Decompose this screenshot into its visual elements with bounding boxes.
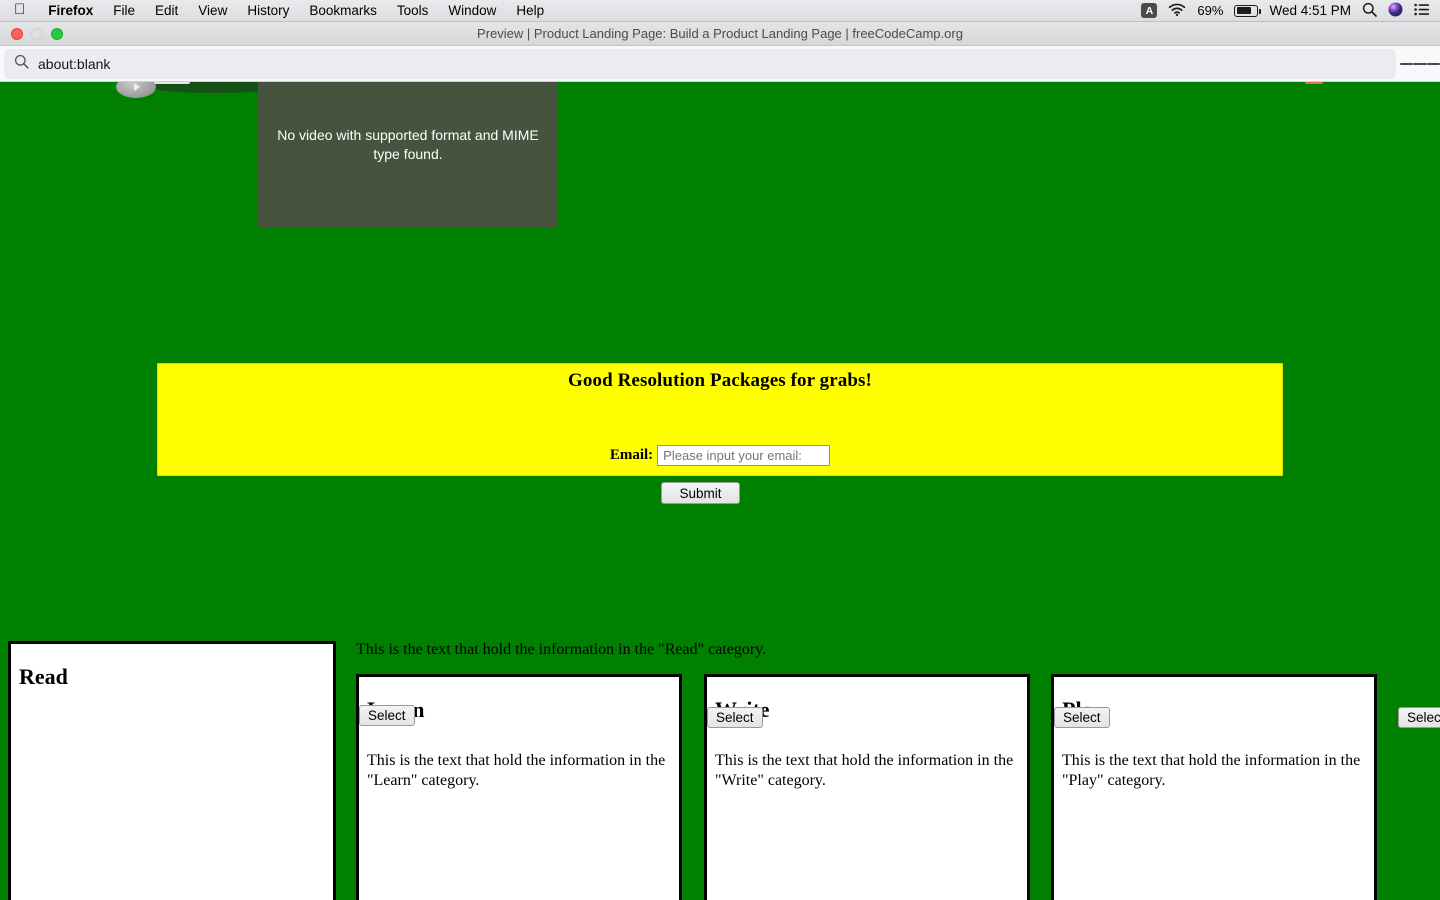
- siri-icon[interactable]: [1388, 2, 1403, 20]
- card-body-learn: This is the text that hold the informati…: [367, 752, 666, 789]
- menu-item-history[interactable]: History: [237, 3, 299, 18]
- submit-button[interactable]: Submit: [661, 482, 740, 504]
- menu-item-edit[interactable]: Edit: [145, 3, 188, 18]
- window-title: Preview | Product Landing Page: Build a …: [477, 26, 963, 41]
- url-bar[interactable]: about:blank: [4, 48, 1396, 79]
- browser-title-bar: Preview | Product Landing Page: Build a …: [0, 22, 1440, 46]
- search-icon[interactable]: [1362, 2, 1377, 20]
- menu-item-window[interactable]: Window: [438, 3, 506, 18]
- page-accent-marker: [1305, 82, 1323, 84]
- card-body-write: This is the text that hold the informati…: [715, 752, 1014, 789]
- menu-item-firefox[interactable]: Firefox: [38, 3, 103, 18]
- email-signup-form: Email:: [158, 445, 1282, 466]
- apple-icon[interactable]: : [0, 2, 38, 17]
- select-button-learn[interactable]: Select: [359, 705, 415, 726]
- menu-item-bookmarks[interactable]: Bookmarks: [299, 3, 387, 18]
- menu-item-file[interactable]: File: [103, 3, 145, 18]
- offer-title: Good Resolution Packages for grabs!: [568, 370, 872, 391]
- read-category-text: This is the text that hold the informati…: [356, 641, 767, 658]
- select-button-play[interactable]: Select: [1054, 707, 1110, 728]
- battery-percent-label: 69%: [1197, 3, 1224, 18]
- search-icon: [14, 54, 29, 74]
- select-button-overflow[interactable]: Select: [1398, 707, 1440, 728]
- window-controls: [0, 27, 63, 40]
- menu-item-tools[interactable]: Tools: [387, 3, 439, 18]
- macos-menu-bar:  Firefox File Edit View History Bookmar…: [0, 0, 1440, 22]
- battery-icon[interactable]: [1234, 4, 1261, 17]
- control-center-icon[interactable]: [1414, 3, 1430, 19]
- card-body-play: This is the text that hold the informati…: [1062, 752, 1361, 789]
- hamburger-menu-icon[interactable]: [1400, 61, 1440, 67]
- email-label: Email:: [609, 447, 654, 463]
- close-window-button[interactable]: [11, 27, 23, 40]
- wifi-icon[interactable]: [1168, 3, 1186, 19]
- select-button-write[interactable]: Select: [707, 707, 763, 728]
- clock-label[interactable]: Wed 4:51 PM: [1269, 3, 1351, 18]
- browser-nav-bar: about:blank: [0, 46, 1440, 82]
- video-player[interactable]: No video with supported format and MIME …: [258, 82, 558, 228]
- web-page-viewport: No video with supported format and MIME …: [0, 82, 1440, 900]
- minimize-window-button[interactable]: [31, 27, 43, 40]
- url-text[interactable]: about:blank: [38, 56, 110, 72]
- video-error-message: No video with supported format and MIME …: [277, 127, 539, 162]
- card-title-read: Read: [19, 664, 68, 689]
- menu-item-help[interactable]: Help: [506, 3, 554, 18]
- maximize-window-button[interactable]: [51, 27, 63, 40]
- card-read: Read: [8, 641, 336, 900]
- menu-bar-status-area: A 69% Wed 4:51 PM: [1141, 2, 1440, 20]
- email-input[interactable]: [657, 445, 831, 466]
- input-source-icon[interactable]: A: [1141, 3, 1158, 18]
- offer-banner: Good Resolution Packages for grabs! Emai…: [157, 363, 1283, 476]
- menu-item-view[interactable]: View: [188, 3, 237, 18]
- play-icon[interactable]: [116, 82, 156, 98]
